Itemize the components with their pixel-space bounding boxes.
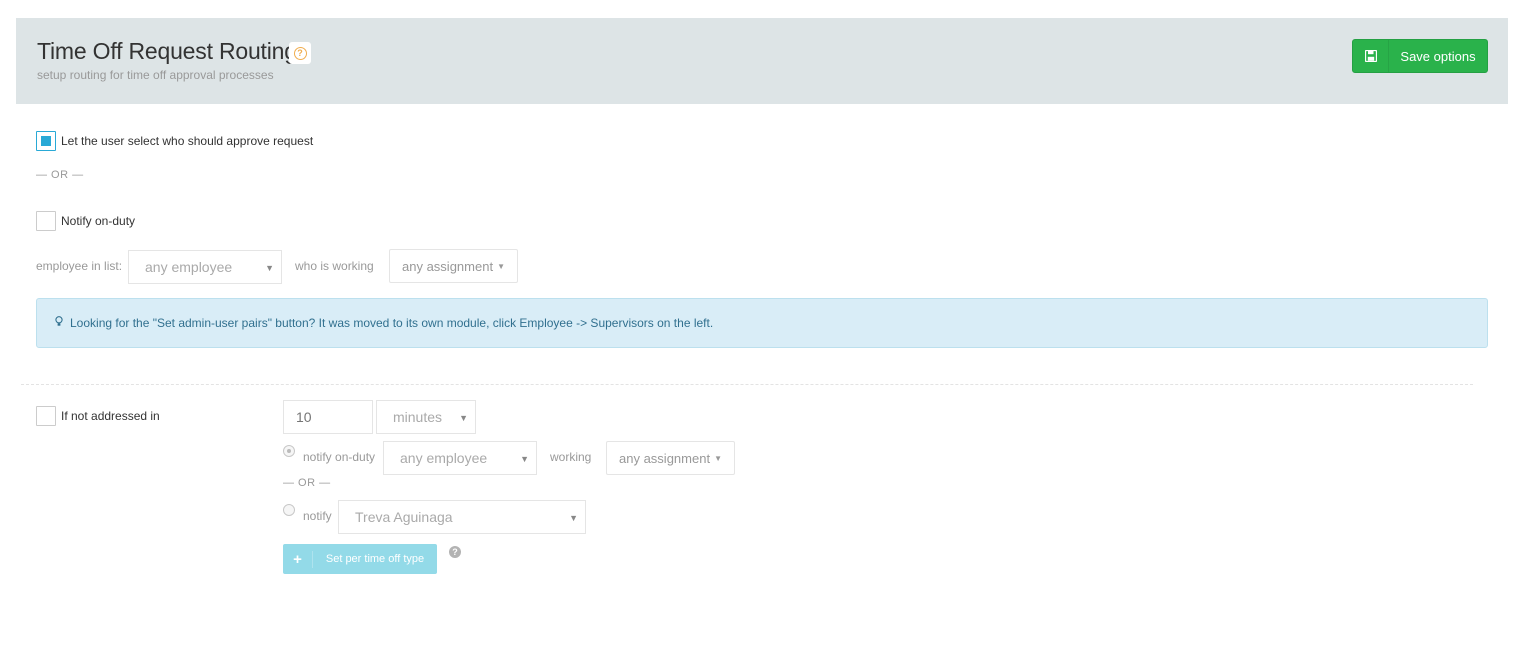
or-separator: — OR — [36, 169, 84, 181]
escalation-employee-select[interactable]: any employee ▼ [383, 441, 537, 475]
set-per-time-off-type-button[interactable]: + Set per time off type [283, 544, 437, 574]
user-select-checkbox[interactable] [36, 131, 56, 151]
alert-text: Looking for the "Set admin-user pairs" b… [70, 316, 714, 330]
caret-down-icon: ▼ [569, 513, 578, 523]
employee-list-value: any employee [145, 259, 233, 275]
escalation-unit-select[interactable]: minutes ▼ [376, 400, 476, 434]
notify-on-duty-label: Notify on-duty [61, 214, 136, 228]
question-circle-icon[interactable]: ? [449, 546, 461, 558]
page-title: Time Off Request Routing [37, 38, 297, 64]
help-icon: ? [293, 46, 307, 60]
notify-person-radio[interactable] [283, 504, 295, 516]
caret-down-icon: ▼ [459, 413, 468, 423]
escalation-label: If not addressed in [61, 409, 160, 423]
user-select-label: Let the user select who should approve r… [61, 134, 314, 148]
help-button[interactable]: ? [289, 42, 311, 64]
info-alert: Looking for the "Set admin-user pairs" b… [36, 298, 1488, 348]
assignment-dropdown[interactable]: any assignment ▼ [389, 249, 518, 283]
page-subtitle: setup routing for time off approval proc… [37, 68, 274, 82]
employee-list-select[interactable]: any employee ▼ [128, 250, 282, 284]
notify-person-label: notify [303, 509, 332, 523]
save-options-label: Save options [1400, 48, 1476, 64]
set-per-time-off-type-label: Set per time off type [325, 553, 425, 565]
floppy-disk-icon [1353, 40, 1389, 72]
section-divider [21, 384, 1473, 385]
notify-person-select[interactable]: Treva Aguinaga ▼ [338, 500, 586, 534]
working-label: working [550, 450, 592, 464]
escalation-amount-input[interactable] [283, 400, 373, 434]
escalation-unit-value: minutes [393, 409, 443, 425]
caret-down-icon: ▼ [520, 454, 529, 464]
caret-down-icon: ▼ [265, 263, 274, 273]
lightbulb-icon [55, 316, 63, 330]
notify-on-duty-radio-label: notify on-duty [303, 450, 376, 464]
who-is-working-label: who is working [295, 259, 374, 273]
page-header: Time Off Request Routing ? setup routing… [16, 18, 1508, 104]
assignment-value: any assignment [402, 258, 494, 274]
plus-icon: + [283, 550, 313, 568]
notify-person-value: Treva Aguinaga [355, 509, 453, 525]
save-options-button[interactable]: Save options [1352, 39, 1488, 73]
notify-on-duty-radio[interactable] [283, 445, 295, 457]
or-separator-escalation: — OR — [283, 477, 331, 489]
caret-down-icon: ▼ [714, 453, 722, 463]
employee-in-list-label: employee in list: [36, 259, 123, 273]
escalation-assignment-dropdown[interactable]: any assignment ▼ [606, 441, 735, 475]
notify-on-duty-checkbox[interactable] [36, 211, 56, 231]
caret-down-icon: ▼ [497, 261, 505, 271]
escalation-checkbox[interactable] [36, 406, 56, 426]
escalation-assignment-value: any assignment [619, 450, 711, 466]
escalation-employee-value: any employee [400, 450, 488, 466]
